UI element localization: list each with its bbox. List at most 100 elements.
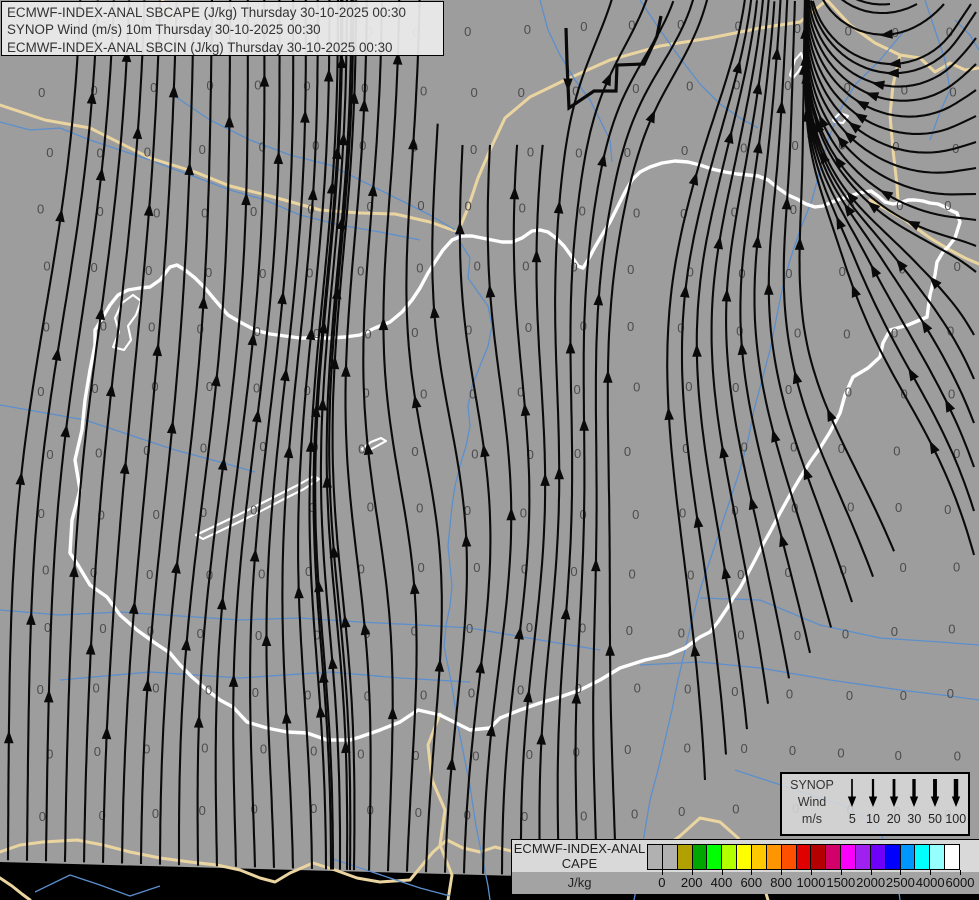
grid-zero-label: 0: [786, 687, 793, 702]
grid-zero-label: 0: [684, 741, 691, 756]
grid-zero-label: 0: [199, 142, 206, 157]
cape-color-swatch: [795, 844, 811, 870]
grid-zero-label: 0: [632, 81, 639, 96]
cape-tick-label: 2000: [856, 875, 886, 890]
wind-legend-title: SYNOP Wind m/s: [782, 777, 842, 828]
grid-zero-label: 0: [38, 85, 45, 100]
grid-zero-label: 0: [900, 688, 907, 703]
grid-zero-label: 0: [519, 201, 526, 216]
cape-color-swatch: [706, 844, 722, 870]
grid-zero-label: 0: [685, 379, 692, 394]
grid-zero-label: 0: [681, 143, 688, 158]
grid-zero-label: 0: [628, 567, 635, 582]
grid-zero-label: 0: [785, 266, 792, 281]
cape-legend-source: ECMWF-INDEX-ANAL: [513, 841, 646, 856]
grid-zero-label: 0: [303, 78, 310, 93]
grid-zero-label: 0: [525, 320, 532, 335]
grid-zero-label: 0: [740, 140, 747, 155]
grid-zero-label: 0: [420, 387, 427, 402]
cape-tick-label: 2500: [885, 875, 915, 890]
grid-zero-label: 0: [527, 144, 534, 159]
grid-zero-label: 0: [411, 444, 418, 459]
grid-zero-label: 0: [94, 744, 101, 759]
wind-legend-scale: 5 10 20 30 50 100: [842, 774, 966, 834]
grid-zero-label: 0: [144, 145, 151, 160]
grid-zero-label: 0: [580, 808, 587, 823]
down-arrow-icon: [848, 779, 857, 807]
grid-zero-label: 0: [526, 620, 533, 635]
cape-color-swatch: [914, 844, 930, 870]
cape-tick-label: 200: [680, 875, 703, 890]
grid-zero-label: 0: [579, 203, 586, 218]
wind-scale-item: 5: [842, 774, 863, 834]
cape-legend-title: ECMWF-INDEX-ANAL CAPE: [512, 841, 647, 871]
wind-scale-value: 20: [886, 812, 901, 826]
grid-zero-label: 0: [899, 560, 906, 575]
cape-legend-param: CAPE: [561, 855, 598, 871]
grid-zero-label: 0: [732, 802, 739, 817]
grid-zero-label: 0: [627, 319, 634, 334]
down-arrow-icon: [930, 779, 940, 807]
down-arrow-icon: [868, 779, 878, 807]
cape-color-swatch: [899, 844, 915, 870]
grid-zero-label: 0: [250, 502, 257, 517]
grid-zero-label: 0: [843, 327, 850, 342]
title-line-sbcape: ECMWF-INDEX-ANAL SBCAPE (J/kg) Thursday …: [7, 5, 406, 20]
cape-color-swatch: [661, 844, 677, 870]
grid-zero-label: 0: [416, 261, 423, 276]
grid-zero-label: 0: [153, 507, 160, 522]
grid-zero-label: 0: [310, 744, 317, 759]
grid-zero-label: 0: [678, 626, 685, 641]
grid-zero-label: 0: [417, 198, 424, 213]
weather-map-canvas: 0 0 0 0 0 0 0 0 0 0 0 0 0 0 0 0 0 0 0 0 0 0 0 0 0 0 0 0 0 0 0 0 0 0 0 0 0 0 0 0…: [0, 0, 979, 900]
grid-zero-label: 0: [634, 680, 641, 695]
wind-scale-value: 30: [907, 812, 922, 826]
cape-color-swatch: [840, 844, 856, 870]
grid-zero-label: 0: [732, 380, 739, 395]
cape-color-swatch: [751, 844, 766, 870]
cape-tick-label: 800: [770, 875, 792, 890]
grid-zero-label: 0: [46, 145, 53, 160]
grid-zero-label: 0: [420, 688, 427, 703]
cape-tick-label: 6000: [945, 875, 975, 890]
grid-zero-label: 0: [42, 562, 49, 577]
grid-zero-label: 0: [90, 260, 97, 275]
grid-zero-label: 0: [687, 568, 694, 583]
grid-zero-label: 0: [895, 748, 902, 763]
grid-zero-label: 0: [468, 685, 475, 700]
grid-zero-label: 0: [678, 804, 685, 819]
grid-zero-label: 0: [415, 805, 422, 820]
grid-zero-label: 0: [791, 138, 798, 153]
grid-zero-label: 0: [148, 319, 155, 334]
cape-color-swatch: [929, 844, 945, 870]
grid-zero-label: 0: [145, 263, 152, 278]
cape-color-swatch: [765, 844, 781, 870]
grid-zero-label: 0: [575, 146, 582, 161]
cape-color-swatch: [721, 844, 737, 870]
grid-zero-label: 0: [364, 326, 371, 341]
grid-zero-label: 0: [153, 206, 160, 221]
grid-zero-label: 0: [518, 85, 525, 100]
down-arrow-icon: [910, 779, 919, 807]
grid-zero-label: 0: [954, 749, 961, 764]
grid-zero-label: 0: [892, 139, 899, 154]
cape-tick-label: 0: [658, 875, 666, 890]
cape-color-swatch: [676, 844, 692, 870]
grid-zero-label: 0: [740, 741, 747, 756]
grid-zero-label: 0: [785, 382, 792, 397]
wind-scale-value: 50: [928, 812, 942, 826]
grid-zero-label: 0: [627, 262, 634, 277]
grid-zero-label: 0: [95, 446, 102, 461]
cape-tick-label: 1500: [826, 875, 856, 890]
grid-zero-label: 0: [37, 682, 44, 697]
grid-zero-label: 0: [633, 380, 640, 395]
grid-zero-label: 0: [258, 567, 265, 582]
grid-zero-label: 0: [471, 446, 478, 461]
wind-scale-value: 5: [848, 812, 856, 826]
cape-color-swatch: [810, 844, 826, 870]
grid-zero-label: 0: [901, 83, 908, 98]
title-line-sbcin: ECMWF-INDEX-ANAL SBCIN (J/kg) Thursday 3…: [7, 39, 393, 55]
grid-zero-label: 0: [200, 441, 207, 456]
grid-zero-label: 0: [473, 560, 480, 575]
map-title-box: ECMWF-INDEX-ANAL SBCAPE (J/kg) Thursday …: [1, 1, 444, 56]
